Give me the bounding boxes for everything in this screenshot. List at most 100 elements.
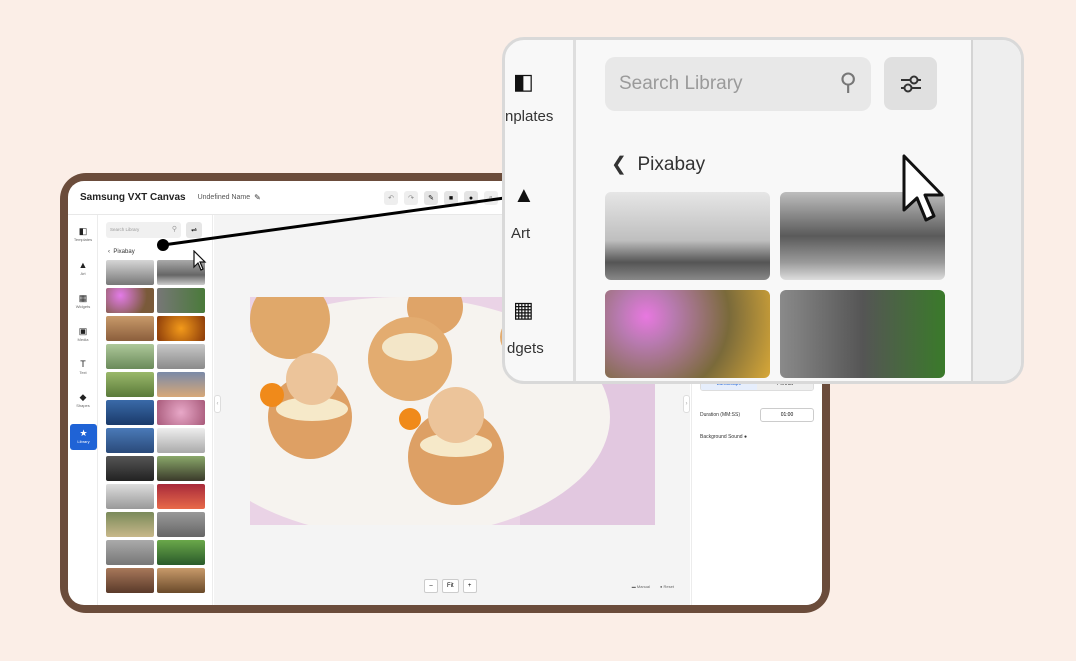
search-icon: ⚲ (171, 226, 177, 233)
nav-label: Art (80, 271, 86, 276)
zoom-fit-button[interactable]: Fit (442, 579, 459, 593)
zoom-out-button[interactable]: – (424, 579, 438, 593)
zoom-nav: ◧ nplates ▲ Art ▦ dgets (505, 40, 573, 381)
zoom-image-thumbnail[interactable] (605, 192, 770, 280)
library-star-icon: ★ (79, 428, 88, 438)
image-thumbnail[interactable] (157, 428, 205, 453)
media-icon: ▣ (78, 326, 88, 336)
manual-option[interactable]: ▬ Manual (632, 584, 650, 589)
collapse-left-handle[interactable]: ‹ (214, 395, 221, 413)
zoom-back-label: Pixabay (637, 154, 706, 175)
zoom-divider (573, 40, 576, 381)
image-thumbnail[interactable] (106, 568, 154, 593)
image-thumbnail[interactable] (106, 428, 154, 453)
library-panel: Search Library ⚲ ⇌ ‹ Pixabay (98, 215, 213, 605)
zoom-controls: – Fit + (424, 579, 477, 593)
zoom-image-thumbnail[interactable] (605, 290, 770, 378)
image-thumbnail[interactable] (157, 400, 205, 425)
image-thumbnail[interactable] (157, 512, 205, 537)
duration-label: Duration (MM:SS) (700, 412, 741, 418)
collapse-right-handle[interactable]: › (683, 395, 690, 413)
zoom-right-panel (971, 40, 1021, 381)
zoom-nav-label: nplates (505, 108, 554, 125)
volume-icon[interactable]: ♬ (484, 191, 498, 205)
templates-icon: ◧ (78, 226, 88, 236)
image-thumbnail[interactable] (157, 456, 205, 481)
nav-label: Library (77, 439, 90, 444)
nav-widgets[interactable]: ▦ Widgets (68, 292, 98, 309)
image-thumbnail[interactable] (157, 344, 205, 369)
library-search-input[interactable]: Search Library ⚲ (106, 222, 181, 238)
nav-library[interactable]: ★ Library (70, 424, 97, 450)
manual-label: Manual (636, 584, 651, 589)
undo-icon[interactable]: ↶ (384, 191, 398, 205)
filter-sliders-icon (900, 75, 921, 92)
nav-label: Templates (73, 237, 93, 242)
side-nav: ◧ Templates ▲ Art ▦ Widgets ▣ Media T Te… (68, 215, 98, 605)
back-label: Pixabay (113, 249, 135, 255)
zoom-in-button[interactable]: + (462, 579, 477, 593)
nav-label: Media (77, 337, 89, 342)
reset-label: Reset (663, 584, 674, 589)
nav-media[interactable]: ▣ Media (68, 325, 98, 342)
zoom-search-placeholder: Search Library (619, 73, 743, 94)
image-thumbnail[interactable] (157, 372, 205, 397)
app-title: Samsung VXT Canvas (80, 192, 186, 203)
widgets-icon: ▦ (78, 293, 88, 303)
shapes-icon: ◆ (79, 392, 87, 402)
small-cursor-icon (193, 250, 207, 271)
image-thumbnail[interactable] (106, 260, 154, 285)
art-icon: ▲ (513, 182, 535, 207)
image-thumbnail[interactable] (106, 456, 154, 481)
zoom-back-to-pixabay[interactable]: ❮ Pixabay (611, 153, 705, 176)
search-icon: ⚲ (839, 69, 857, 96)
image-thumbnail[interactable] (157, 316, 205, 341)
image-thumbnail[interactable] (157, 540, 205, 565)
zoom-nav-art[interactable]: ▲ Art (505, 180, 573, 250)
image-thumbnail[interactable] (106, 316, 154, 341)
nav-label: Shapes (76, 403, 90, 408)
zoom-callout: ◧ nplates ▲ Art ▦ dgets Search Library ⚲… (502, 37, 1024, 384)
image-thumbnail[interactable] (157, 288, 205, 313)
zoom-search-input[interactable]: Search Library ⚲ (605, 57, 871, 111)
filter-button[interactable]: ⇌ (186, 222, 202, 238)
background-sound-row: Background Sound ● (700, 434, 747, 440)
nav-text[interactable]: T Text (68, 358, 98, 375)
reset-option[interactable]: ● Reset (660, 584, 674, 589)
nav-art[interactable]: ▲ Art (68, 259, 98, 276)
redo-icon[interactable]: ↷ (404, 191, 418, 205)
image-thumbnail[interactable] (106, 344, 154, 369)
filter-icon: ⇌ (191, 227, 197, 234)
pen-icon[interactable]: ✎ (424, 191, 438, 205)
duration-input[interactable]: 01:00 (760, 408, 814, 422)
nav-shapes[interactable]: ◆ Shapes (68, 391, 98, 408)
text-icon: T (80, 359, 86, 369)
image-thumbnail[interactable] (106, 400, 154, 425)
zoom-image-thumbnail[interactable] (780, 290, 945, 378)
nav-label: Text (79, 370, 87, 375)
zoom-filter-button[interactable] (884, 57, 937, 110)
info-icon[interactable]: ● (744, 434, 747, 440)
zoom-nav-label: dgets (507, 340, 544, 357)
stop-icon[interactable]: ■ (444, 191, 458, 205)
image-thumbnail[interactable] (106, 512, 154, 537)
art-icon: ▲ (78, 260, 88, 270)
background-sound-label: Background Sound (700, 434, 743, 440)
image-thumbnail[interactable] (106, 372, 154, 397)
toolbar: ↶ ↷ ✎ ■ ● ♬ (384, 191, 498, 205)
nav-label: Widgets (75, 304, 91, 309)
edit-pencil-icon[interactable]: ✎ (254, 193, 261, 202)
zoom-nav-templates[interactable]: ◧ nplates (505, 65, 573, 135)
image-thumbnail[interactable] (106, 288, 154, 313)
widgets-icon: ▦ (513, 297, 534, 322)
zoom-nav-widgets[interactable]: ▦ dgets (505, 295, 573, 365)
zoom-nav-label: Art (511, 225, 531, 242)
image-thumbnail[interactable] (157, 484, 205, 509)
image-thumbnail[interactable] (106, 540, 154, 565)
image-thumbnail[interactable] (106, 484, 154, 509)
document-name[interactable]: Undefined Name (198, 194, 251, 201)
back-to-pixabay[interactable]: ‹ Pixabay (108, 249, 135, 255)
nav-templates[interactable]: ◧ Templates (68, 225, 98, 242)
layers-icon[interactable]: ● (464, 191, 478, 205)
image-thumbnail[interactable] (157, 568, 205, 593)
